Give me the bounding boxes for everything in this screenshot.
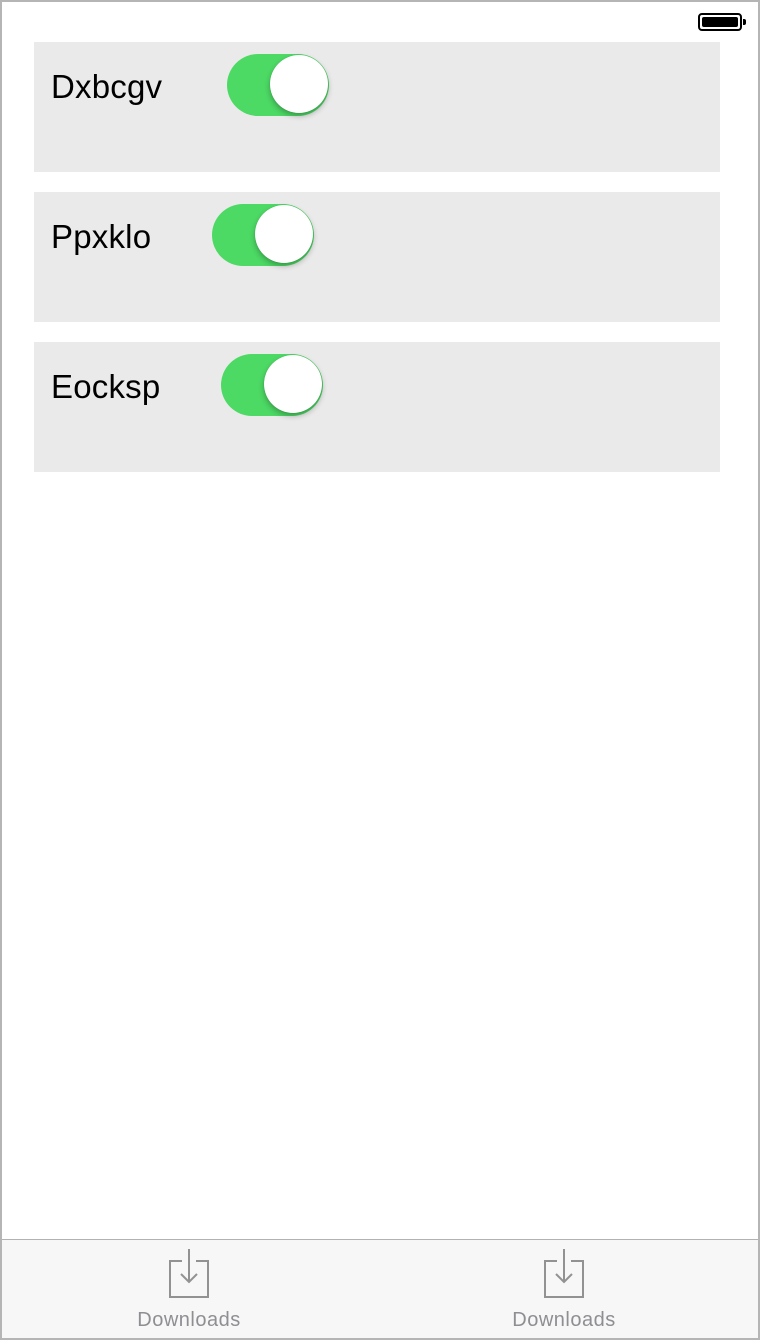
item-label: Eocksp xyxy=(51,368,161,405)
tab-bar: Downloads Downloads xyxy=(2,1239,758,1338)
settings-list: Dxbcgv Ppxklo Eocksp xyxy=(34,42,720,492)
list-item: Ppxklo xyxy=(34,192,720,322)
item-toggle[interactable] xyxy=(212,204,314,266)
download-icon xyxy=(544,1249,584,1298)
list-item: Dxbcgv xyxy=(34,42,720,172)
tab-downloads-1[interactable]: Downloads xyxy=(99,1240,279,1338)
status-bar xyxy=(2,2,758,42)
download-icon xyxy=(169,1249,209,1298)
tab-downloads-2[interactable]: Downloads xyxy=(474,1240,654,1338)
list-item: Eocksp xyxy=(34,342,720,472)
item-label: Dxbcgv xyxy=(51,68,163,105)
item-label: Ppxklo xyxy=(51,218,152,255)
item-toggle[interactable] xyxy=(221,354,323,416)
toggle-knob xyxy=(255,205,313,263)
toggle-knob xyxy=(264,355,322,413)
toggle-knob xyxy=(270,55,328,113)
tab-label: Downloads xyxy=(512,1309,616,1331)
phone-screen: Dxbcgv Ppxklo Eocksp Downloads Downloads xyxy=(0,0,760,1340)
battery-full-icon xyxy=(698,13,746,31)
tab-label: Downloads xyxy=(137,1309,241,1331)
item-toggle[interactable] xyxy=(227,54,329,116)
